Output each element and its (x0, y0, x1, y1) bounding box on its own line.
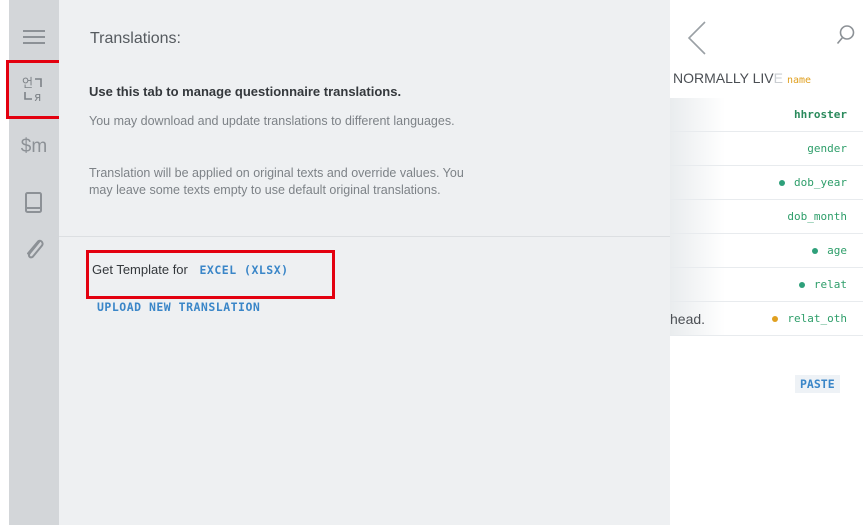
variable-name: gender (807, 142, 847, 155)
variable-row-text: head. (670, 310, 706, 327)
download-info-text: You may download and update translations… (89, 114, 455, 128)
variable-row[interactable]: dob_year (670, 166, 863, 200)
excel-template-link[interactable]: EXCEL (XLSX) (200, 263, 289, 277)
variable-list: hhroster gender dob_year dob_month age r… (670, 98, 863, 336)
variable-row[interactable]: age (670, 234, 863, 268)
upload-translation-link[interactable]: UPLOAD NEW TRANSLATION (97, 300, 260, 314)
question-header-main: NORMALLY LIV (673, 70, 774, 86)
variable-name: hhroster (794, 108, 847, 121)
sidebar-rail: 언 я $m (9, 0, 59, 525)
question-header-var: name (786, 75, 812, 86)
translate-icon[interactable]: 언 я (9, 64, 59, 114)
variable-name: dob_month (787, 210, 847, 223)
template-row: Get Template for EXCEL (XLSX) (92, 262, 289, 277)
book-icon[interactable] (9, 186, 59, 220)
question-header-faded: E (773, 70, 783, 86)
variable-name: relat (813, 278, 847, 291)
variable-row[interactable]: gender (670, 132, 863, 166)
macros-icon[interactable]: $m (9, 130, 59, 164)
variable-row[interactable]: hhroster (670, 98, 863, 132)
divider (59, 236, 670, 237)
translations-panel: Translations: Use this tab to manage que… (59, 0, 670, 525)
override-info-text: Translation will be applied on original … (89, 166, 464, 197)
menu-icon[interactable] (9, 24, 59, 50)
status-dot-icon (798, 281, 805, 288)
paste-button[interactable]: PASTE (795, 375, 840, 393)
svg-text:я: я (34, 90, 41, 103)
variable-row[interactable]: relat (670, 268, 863, 302)
paperclip-icon[interactable] (9, 232, 59, 266)
search-icon[interactable] (836, 24, 856, 51)
template-label: Get Template for (92, 262, 188, 277)
status-dot-icon (812, 247, 819, 254)
panel-title: Translations: (90, 30, 181, 47)
status-dot-icon (772, 315, 779, 322)
macros-label: $m (20, 136, 48, 157)
questions-panel: NORMALLY LIVE name hhroster gender dob_ye… (670, 0, 863, 525)
variable-name: relat_oth (787, 312, 847, 325)
question-header-text: NORMALLY LIVE name (673, 70, 811, 86)
variable-row[interactable]: head. relat_oth (670, 302, 863, 336)
status-dot-icon (779, 179, 786, 186)
intro-text: Use this tab to manage questionnaire tra… (89, 84, 402, 99)
variable-name: dob_year (794, 176, 847, 189)
variable-row[interactable]: dob_month (670, 200, 863, 234)
chevron-left-icon[interactable] (686, 20, 708, 61)
svg-text:언: 언 (22, 76, 33, 90)
variable-name: age (827, 244, 847, 257)
